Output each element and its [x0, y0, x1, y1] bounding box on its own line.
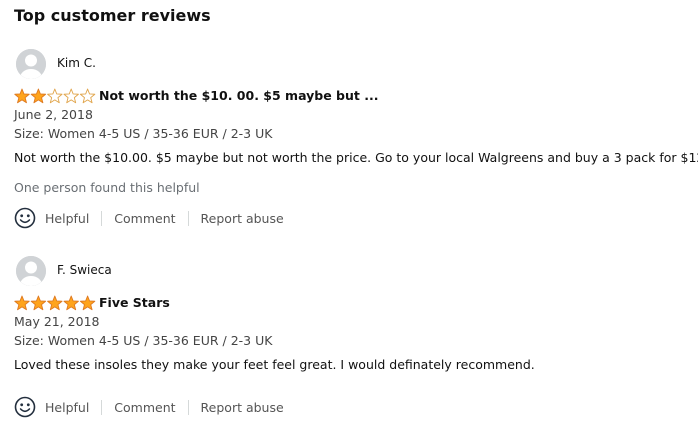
- helpful-button[interactable]: Helpful: [45, 400, 89, 415]
- review-date: May 21, 2018: [14, 314, 100, 329]
- helpful-count: One person found this helpful: [14, 180, 200, 195]
- star-filled-icon: [30, 295, 47, 311]
- review-body: Not worth the $10.00. $5 maybe but not w…: [14, 150, 698, 165]
- avatar-icon[interactable]: [16, 256, 46, 286]
- smiley-icon[interactable]: [14, 207, 36, 229]
- reviewer-name[interactable]: Kim C.: [57, 56, 96, 70]
- review-actions: Helpful Comment Report abuse: [14, 206, 284, 230]
- review-title[interactable]: Not worth the $10. 00. $5 maybe but ...: [99, 88, 378, 103]
- star-empty-icon: [79, 88, 96, 104]
- star-filled-icon: [47, 295, 63, 311]
- smiley-icon[interactable]: [14, 396, 36, 418]
- star-empty-icon: [63, 88, 79, 104]
- review: Kim C. Not worth the $10. 00. $5 maybe b…: [0, 46, 698, 236]
- comment-link[interactable]: Comment: [114, 211, 175, 226]
- divider: [187, 399, 189, 415]
- customer-reviews-page: Top customer reviews Kim C. Not worth th…: [0, 0, 698, 441]
- avatar-icon[interactable]: [16, 49, 46, 79]
- review-actions: Helpful Comment Report abuse: [14, 395, 284, 419]
- divider: [187, 210, 189, 226]
- reviewer-name[interactable]: F. Swieca: [57, 263, 112, 277]
- star-filled-icon: [30, 88, 47, 104]
- product-variant: Size: Women 4-5 US / 35-36 EUR / 2-3 UK: [14, 333, 273, 348]
- review-title[interactable]: Five Stars: [99, 295, 170, 310]
- star-filled-icon: [14, 295, 30, 311]
- comment-link[interactable]: Comment: [114, 400, 175, 415]
- star-rating[interactable]: [14, 88, 96, 104]
- report-abuse-link[interactable]: Report abuse: [201, 400, 284, 415]
- divider: [101, 210, 103, 226]
- helpful-button[interactable]: Helpful: [45, 211, 89, 226]
- review: F. Swieca Five Stars May 21, 2018 Size: …: [0, 253, 698, 443]
- star-filled-icon: [79, 295, 96, 311]
- review-body: Loved these insoles they make your feet …: [14, 357, 535, 372]
- product-variant: Size: Women 4-5 US / 35-36 EUR / 2-3 UK: [14, 126, 273, 141]
- review-date: June 2, 2018: [14, 107, 93, 122]
- star-empty-icon: [47, 88, 63, 104]
- star-filled-icon: [63, 295, 79, 311]
- report-abuse-link[interactable]: Report abuse: [201, 211, 284, 226]
- star-filled-icon: [14, 88, 30, 104]
- divider: [101, 399, 103, 415]
- section-title: Top customer reviews: [14, 6, 211, 25]
- star-rating[interactable]: [14, 295, 96, 311]
